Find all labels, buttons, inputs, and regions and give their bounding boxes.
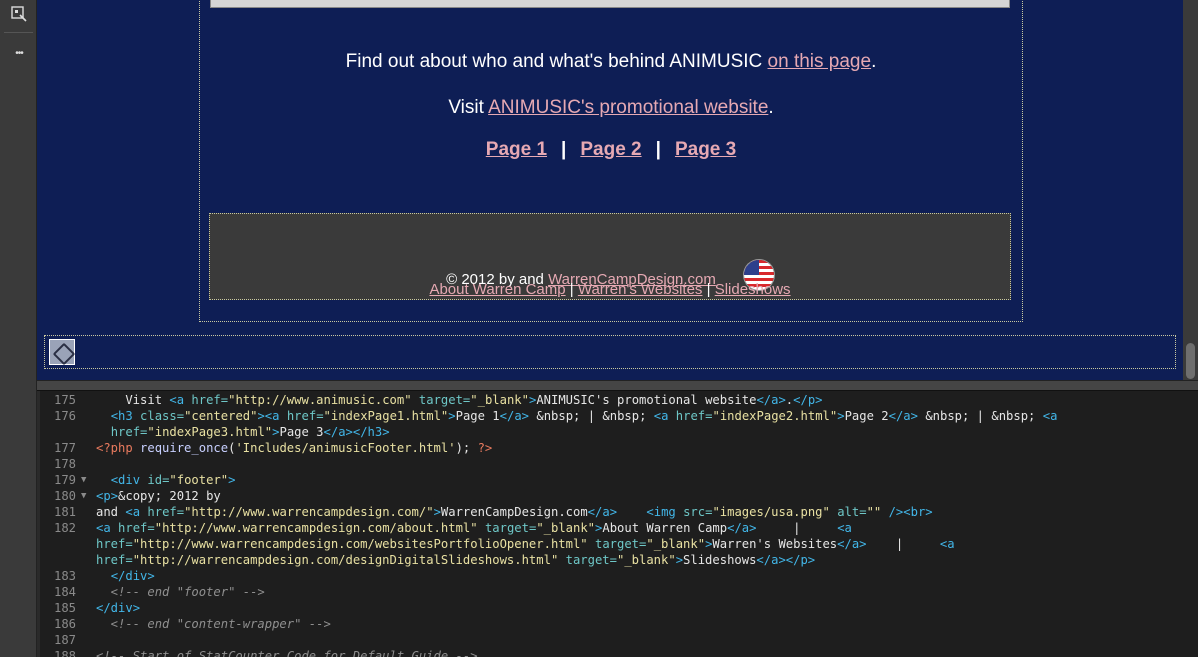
code-view[interactable]: 175 Visit <a href="http://www.animusic.c… [40,391,1198,657]
code-text: href="http://www.warrencampdesign.com/we… [96,537,955,551]
code-line[interactable]: href="http://www.warrencampdesign.com/we… [40,536,1198,552]
statcounter-block[interactable] [44,335,1176,369]
nav-separator: | [655,139,661,160]
page-3-link[interactable]: Page 3 [675,139,736,160]
line-number: 175 [53,393,76,407]
code-text: href="indexPage3.html">Page 3</a></h3> [110,425,390,439]
script-placeholder-icon[interactable] [49,339,75,365]
footer: © 2012 by and WarrenCampDesign.com About… [209,213,1011,300]
code-line[interactable]: href="http://warrencampdesign.com/design… [40,552,1198,568]
code-text: <!-- end "footer" --> [96,585,265,599]
code-line[interactable]: 185 </div> [40,600,1198,616]
design-scrollbar[interactable] [1183,0,1198,380]
code-text: <div id="footer"> [110,473,236,487]
previous-block [210,0,1010,8]
content-wrapper: Find out about who and what's behind ANI… [199,0,1023,322]
code-text: <a href="http://www.warrencampdesign.com… [96,521,852,535]
code-text: </div> [110,569,155,583]
promo-website-link[interactable]: ANIMUSIC's promotional website [488,97,768,118]
design-view[interactable]: Find out about who and what's behind ANI… [37,0,1198,380]
fold-toggle-icon[interactable]: ▼ [81,488,86,504]
code-text: <h3 class="centered"><a href="indexPage1… [110,409,1058,423]
insert-panel-icon[interactable] [9,5,29,25]
visit-period: . [768,97,774,118]
code-line[interactable]: 184 <!-- end "footer" --> [40,584,1198,600]
code-line[interactable]: 182 <a href="http://www.warrencampdesign.… [40,520,1198,536]
line-number: 177 [53,441,76,455]
code-line[interactable]: 177 <?php require_once('Includes/animusic… [40,440,1198,456]
code-line[interactable]: 186 <!-- end "content-wrapper" --> [40,616,1198,632]
line-number: 179 [53,473,76,487]
page-nav: Page 1 | Page 2 | Page 3 [200,139,1022,161]
tool-strip: ••• [0,0,37,657]
line-number: 176 [53,409,76,423]
line-number: 188 [53,649,76,657]
code-text: href="http://warrencampdesign.com/design… [96,553,816,567]
more-icon[interactable]: ••• [9,44,29,64]
code-line[interactable]: 179 ▼ <div id="footer"> [40,472,1198,488]
warrens-websites-link[interactable]: Warren's Websites [578,281,703,298]
code-text: <?php require_once('Includes/animusicFoo… [96,441,493,455]
code-text: <p>&copy; 2012 by [96,489,221,503]
fold-toggle-icon[interactable]: ▼ [81,472,86,488]
line-number: 180 [53,489,76,503]
footer-separator: | [706,281,711,298]
code-line[interactable]: 175 Visit <a href="http://www.animusic.c… [40,392,1198,408]
line-number: 185 [53,601,76,615]
code-text: <!-- Start of StatCounter Code for Defau… [96,649,478,657]
about-text: Find out about who and what's behind ANI… [345,51,768,72]
code-line[interactable]: 180 ▼ <p>&copy; 2012 by [40,488,1198,504]
code-line[interactable]: 183 </div> [40,568,1198,584]
about-period: . [871,51,877,72]
code-line[interactable]: href="indexPage3.html">Page 3</a></h3> [40,424,1198,440]
code-text: and <a href="http://www.warrencampdesign… [96,505,933,519]
line-number: 181 [53,505,76,519]
code-text: <!-- end "content-wrapper" --> [96,617,331,631]
code-line[interactable]: 181 and <a href="http://www.warrencampdes… [40,504,1198,520]
code-line[interactable]: 188 <!-- Start of StatCounter Code for De… [40,648,1198,657]
page-2-link[interactable]: Page 2 [580,139,641,160]
footer-links-line: About Warren Camp | Warren's Websites | … [210,281,1010,298]
line-number: 187 [53,633,76,647]
code-text: Visit <a href="http://www.animusic.com" … [96,393,823,407]
line-number: 178 [53,457,76,471]
nav-separator: | [561,139,567,160]
footer-separator: | [569,281,574,298]
line-number: 182 [53,521,76,535]
page-1-link[interactable]: Page 1 [486,139,547,160]
scrollbar-thumb[interactable] [1186,343,1195,379]
slideshows-link[interactable]: Slideshows [715,281,791,298]
code-lines: 175 Visit <a href="http://www.animusic.c… [40,392,1198,657]
about-warren-camp-link[interactable]: About Warren Camp [429,281,565,298]
line-number: 183 [53,569,76,583]
line-number: 184 [53,585,76,599]
code-line[interactable]: 176 <h3 class="centered"><a href="indexP… [40,408,1198,424]
view-splitter[interactable] [37,380,1198,391]
toolbar-divider [4,32,33,33]
code-text: </div> [96,601,141,615]
visit-paragraph: Visit ANIMUSIC's promotional website. [200,97,1022,119]
line-number: 186 [53,617,76,631]
code-line[interactable]: 178 [40,456,1198,472]
visit-text: Visit [448,97,489,118]
about-link[interactable]: on this page [768,51,872,72]
code-line[interactable]: 187 [40,632,1198,648]
about-paragraph: Find out about who and what's behind ANI… [200,51,1022,73]
